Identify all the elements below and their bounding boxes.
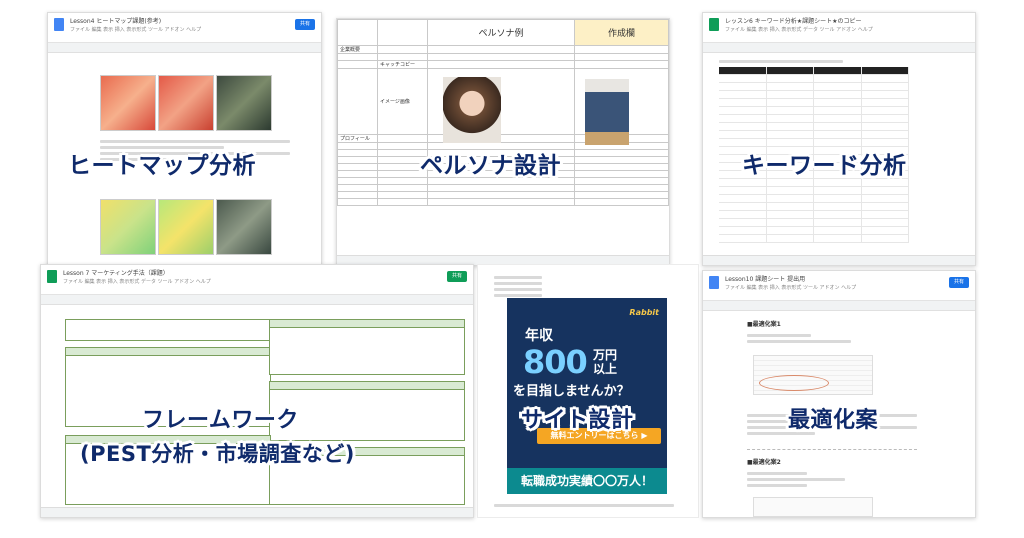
arrow-right-icon: ▶ — [641, 431, 648, 440]
share-button[interactable]: 共有 — [948, 277, 969, 288]
divider — [747, 449, 917, 450]
sheet-tabs-bar[interactable] — [41, 507, 473, 517]
doc-header: Lesson4 ヒートマップ課題(参考) ファイル 編集 表示 挿入 表示形式 … — [48, 13, 321, 43]
label-framework-1: フレームワーク — [142, 408, 299, 433]
site-banner[interactable]: Rabbit 年収 800 万円 以上 を目指しませんか？ 無料エントリーはこち… — [507, 298, 667, 468]
doc-menu[interactable]: ファイル 編集 表示 挿入 表示形式 ツール アドオン ヘルプ — [70, 26, 201, 33]
highlight-circle — [759, 375, 829, 391]
doc-menu[interactable]: ファイル 編集 表示 挿入 表示形式 データ ツール アドオン ヘルプ — [63, 278, 211, 285]
banner-big-number: 800 — [523, 343, 588, 381]
banner-strip: 転職成功実績〇〇万人！ — [507, 468, 667, 494]
docs-icon — [709, 276, 719, 289]
optimize-panel[interactable]: Lesson10 課題シート 提出用 ファイル 編集 表示 挿入 表示形式 ツー… — [702, 270, 976, 518]
sheets-icon — [47, 270, 57, 283]
section-heading-2: ■最適化案2 — [747, 459, 781, 466]
persona-row-label: イメージ画像 — [377, 68, 428, 135]
persona-row-label: プロフィール — [337, 134, 378, 143]
doc-menu[interactable]: ファイル 編集 表示 挿入 表示形式 ツール アドオン ヘルプ — [725, 284, 856, 291]
heatmap-thumb-1 — [100, 75, 156, 131]
framework-box-strategy — [269, 319, 465, 375]
label-persona: ペルソナ設計 — [420, 153, 561, 179]
label-site: サイト設計 — [521, 408, 634, 433]
section-2-body — [747, 469, 897, 490]
doc-header: Lesson10 課題シート 提出用 ファイル 編集 表示 挿入 表示形式 ツー… — [703, 271, 975, 301]
framework-panel[interactable]: Lesson 7 マーケティング手法（課題） ファイル 編集 表示 挿入 表示形… — [40, 264, 474, 518]
banner-line2: を目指しませんか？ — [513, 384, 630, 399]
section-heading-1: ■最適化案1 — [747, 321, 781, 328]
banner-logo: Rabbit — [629, 308, 659, 317]
banner-line1: 年収 — [525, 328, 553, 344]
heatmap-thumb-2 — [158, 75, 214, 131]
toolbar[interactable] — [41, 295, 473, 305]
site-footer-notes — [494, 501, 674, 510]
persona-photo-woman — [443, 77, 501, 143]
heatmap-thumb-4 — [100, 199, 156, 255]
heatmap-thumb-3 — [216, 75, 272, 131]
doc-menu[interactable]: ファイル 編集 表示 挿入 表示形式 データ ツール アドオン ヘルプ — [725, 26, 873, 33]
label-framework-2: (PEST分析・市場調査など) — [80, 442, 355, 466]
sheet-notes — [719, 57, 909, 66]
banner-unit2: 以上 — [593, 362, 618, 376]
section-1-body — [747, 331, 907, 346]
sheets-icon — [709, 18, 719, 31]
persona-row-label: キャッチコピー — [377, 60, 428, 69]
docs-icon — [54, 18, 64, 31]
doc-title: Lesson4 ヒートマップ課題(参考) — [70, 18, 162, 25]
doc-title: レッスン6 キーワード分析★課題シート★のコピー — [725, 18, 862, 25]
heatmap-thumb-5 — [158, 199, 214, 255]
persona-photo-outfit — [585, 79, 629, 145]
optimize-screenshot-2 — [753, 497, 873, 517]
share-button[interactable]: 共有 — [294, 19, 315, 30]
label-keyword: キーワード分析 — [742, 153, 907, 179]
toolbar[interactable] — [48, 43, 321, 53]
doc-header: Lesson 7 マーケティング手法（課題） ファイル 編集 表示 挿入 表示形… — [41, 265, 473, 295]
sheet-tabs-bar[interactable] — [703, 255, 975, 265]
framework-box-company — [65, 319, 271, 341]
label-heatmap: ヒートマップ分析 — [68, 153, 256, 179]
share-button[interactable]: 共有 — [446, 271, 467, 282]
doc-title: Lesson 7 マーケティング手法（課題） — [63, 270, 169, 277]
heatmap-thumb-6 — [216, 199, 272, 255]
persona-panel[interactable]: ペルソナ例 作成欄 企業概要 キャッチコピー イメージ画像 プロフィール — [336, 18, 670, 266]
toolbar[interactable] — [703, 43, 975, 53]
doc-title: Lesson10 課題シート 提出用 — [725, 276, 806, 283]
persona-header-right: 作成欄 — [573, 19, 669, 46]
persona-header-left: ペルソナ例 — [427, 19, 575, 46]
keyword-panel[interactable]: レッスン6 キーワード分析★課題シート★のコピー ファイル 編集 表示 挿入 表… — [702, 12, 976, 266]
site-notes — [494, 273, 614, 300]
label-optimize: 最適化案 — [788, 408, 879, 433]
heatmap-panel[interactable]: Lesson4 ヒートマップ課題(参考) ファイル 編集 表示 挿入 表示形式 … — [47, 12, 322, 268]
doc-header: レッスン6 キーワード分析★課題シート★のコピー ファイル 編集 表示 挿入 表… — [703, 13, 975, 43]
persona-row-label: 企業概要 — [337, 45, 378, 54]
toolbar[interactable] — [703, 301, 975, 311]
